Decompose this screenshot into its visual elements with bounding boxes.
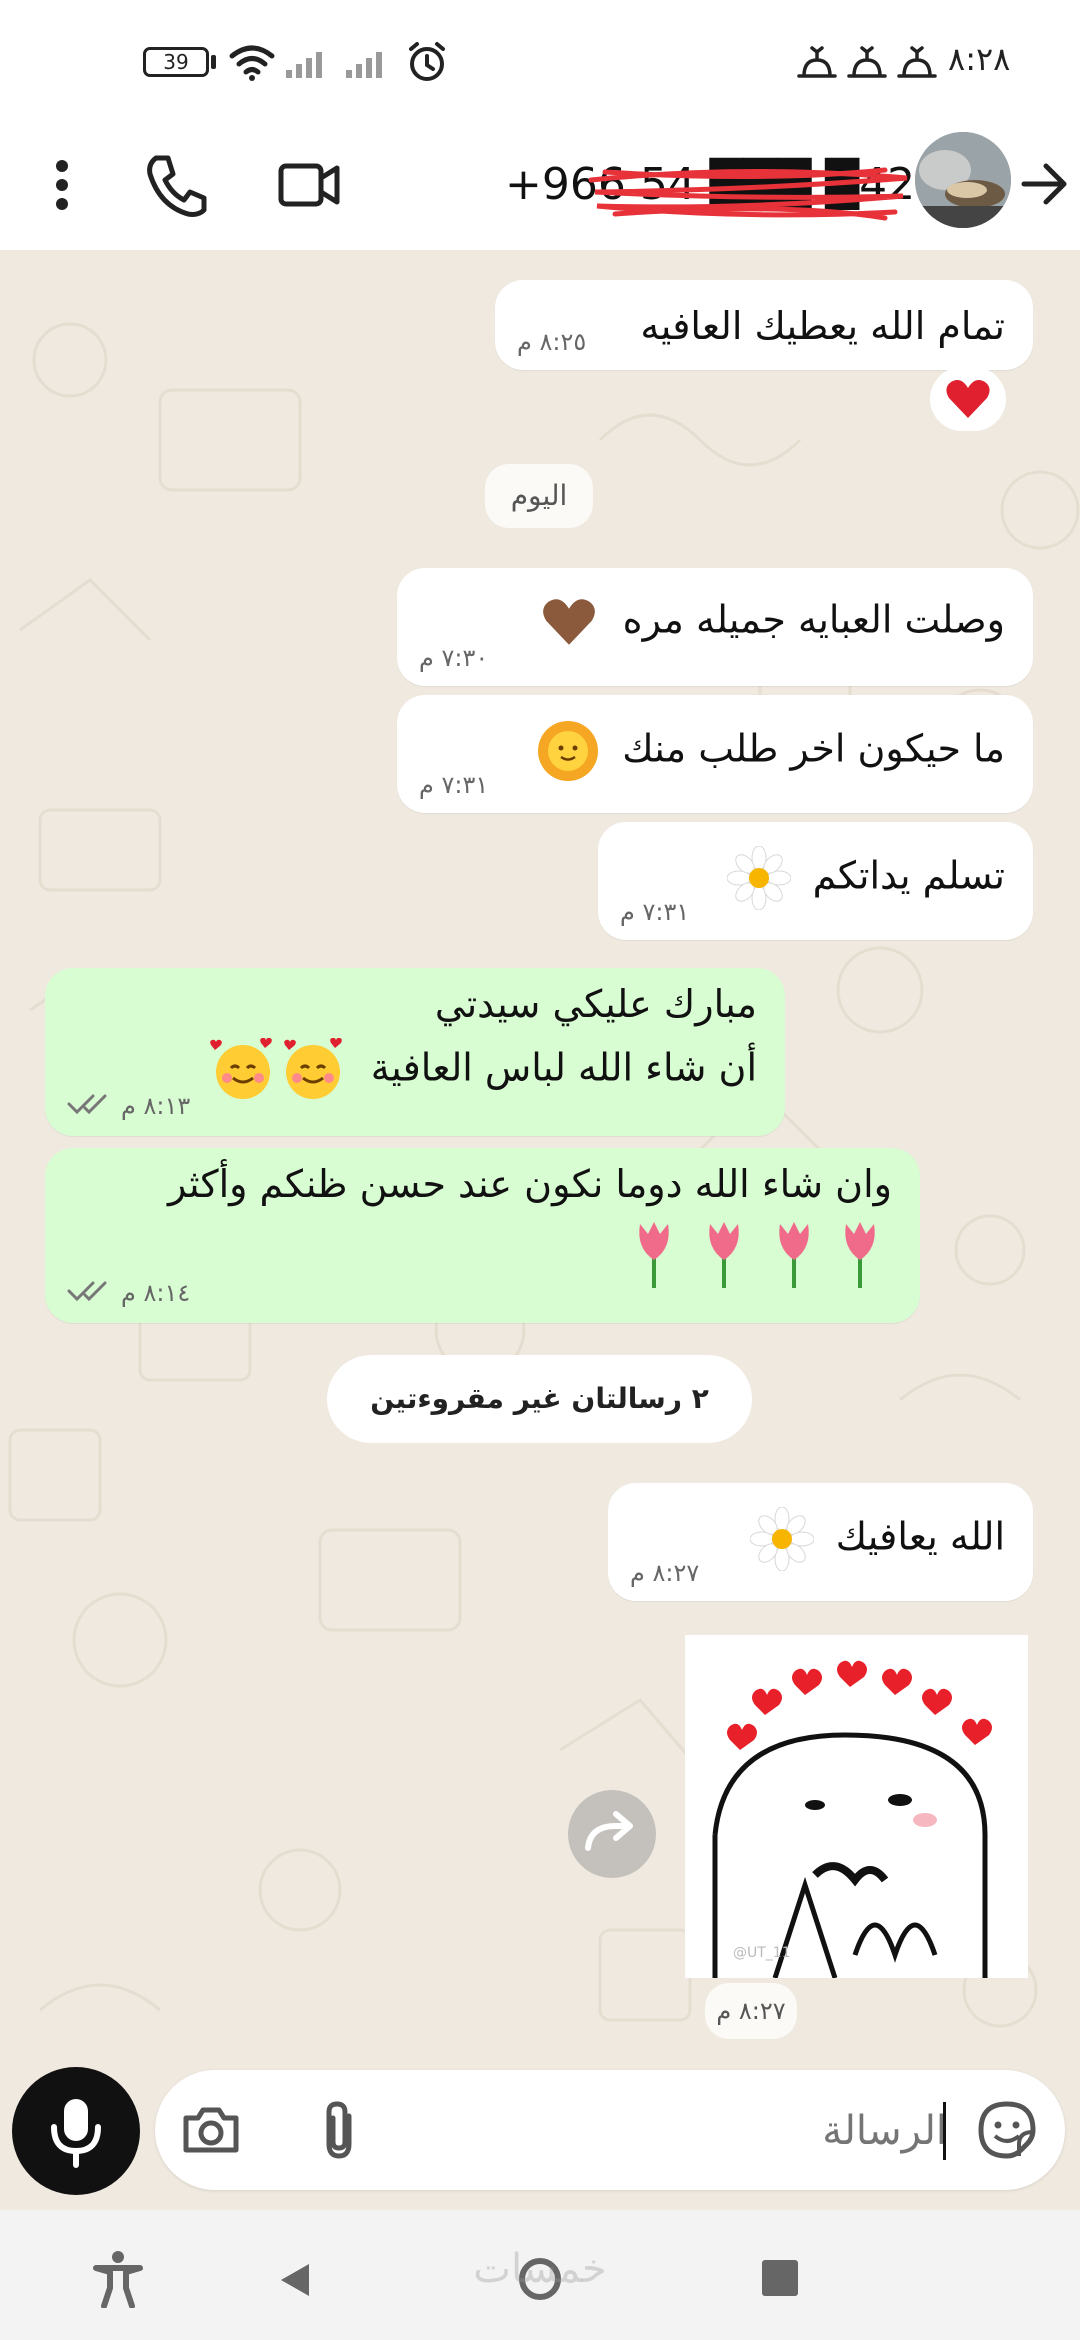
back-button[interactable] [1020,158,1072,210]
emoji-button[interactable] [975,2098,1039,2162]
message-bubble-incoming[interactable]: وصلت العبايه جميله مره ٧:٣٠ م [397,568,1033,686]
chat-area[interactable]: تمام الله يعطيك العافيه ٨:٢٥ م اليوم وصل… [0,250,1080,2080]
message-bubble-incoming[interactable]: تمام الله يعطيك العافيه ٨:٢٥ م [495,280,1033,370]
message-bubble-incoming[interactable]: الله يعافيك ٨:٢٧ م [608,1483,1033,1601]
daisy-emoji [749,1506,815,1572]
sun-face-emoji [538,721,599,781]
message-text: تسلم يداتكم [812,853,1005,898]
accessibility-icon [93,2251,143,2309]
attachment-icon [326,2101,352,2159]
message-text-line2: أن شاء الله لباس العافية [370,1045,757,1090]
read-ticks-icon [67,1094,107,1115]
attach-button[interactable] [315,2100,365,2162]
voice-call-button[interactable] [140,148,214,222]
message-time: ٧:٣١ م [419,771,489,799]
heart-icon [946,380,990,418]
camera-icon [183,2107,239,2153]
sticker-message[interactable]: @UT_11 [685,1635,1028,1979]
status-time: ٨:٢٨ [948,40,1011,78]
read-ticks-icon [67,1281,107,1302]
voice-message-button[interactable] [12,2067,140,2195]
redaction-scribble [588,167,908,221]
forward-button[interactable] [568,1790,656,1878]
wifi-icon [229,45,275,81]
message-time: ٨:٢٧ م [630,1559,700,1587]
message-text: ما حيكون اخر طلب منك [622,726,1005,771]
date-divider: اليوم [485,464,593,528]
message-input-bar [155,2070,1065,2190]
sticker-caption: @UT_11 [733,1945,791,1961]
message-bubble-outgoing[interactable]: وان شاء الله دوما نكون عند حسن ظنكم وأكث… [45,1148,920,1323]
message-time: ٧:٣١ م [620,898,690,926]
message-text: الله يعافيك [835,1514,1005,1559]
microphone-icon [51,2099,101,2168]
message-time: ٨:٢٥ م [517,328,587,356]
accessibility-button[interactable] [88,2248,148,2309]
brown-heart-emoji [542,599,595,645]
more-icon [56,160,68,210]
message-bubble-incoming[interactable]: ما حيكون اخر طلب منك ٧:٣١ م [397,695,1033,813]
back-triangle-icon [281,2264,309,2296]
sticker-emoji-icon [978,2101,1036,2159]
video-call-icon [278,163,340,207]
signal-icon [286,52,382,78]
video-call-button[interactable] [275,148,343,222]
message-text-line1: مبارك عليكي سيدتي [434,982,757,1026]
sticker-image: @UT_11 [712,1660,992,1979]
battery-icon: 39 [143,47,209,77]
back-nav-button[interactable] [275,2260,315,2300]
reaction-badge[interactable] [930,367,1006,431]
alarm-icon [409,42,445,81]
message-text: وصلت العبايه جميله مره [622,597,1005,642]
phone-icon [147,155,207,217]
notification-icon [797,46,937,78]
message-text: تمام الله يعطيك العافيه [640,304,1005,348]
unread-divider: ٢ رسالتان غير مقروءتين [327,1355,752,1443]
message-bubble-outgoing[interactable]: مبارك عليكي سيدتي أن شاء الله لباس العاف… [45,968,785,1136]
system-nav-bar: خمسات [0,2210,1080,2340]
status-bar: 39 ٨:٢٨ [0,0,1080,120]
recents-nav-button[interactable] [762,2260,798,2296]
contact-name[interactable]: +966 54 ███ █420 [505,150,943,221]
text-cursor [943,2102,946,2160]
daisy-emoji [726,845,792,911]
back-arrow-icon [1021,163,1067,205]
more-options-button[interactable] [30,150,94,220]
watermark: خمسات [473,2246,607,2292]
message-time: ٨:١٣ م [121,1092,191,1120]
message-time: ٧:٣٠ م [419,644,489,672]
contact-avatar[interactable] [915,132,1011,228]
smiling-hearts-emoji [209,1037,342,1099]
message-text-line1: وان شاء الله دوما نكون عند حسن ظنكم وأكث… [168,1162,892,1206]
camera-button[interactable] [180,2100,242,2160]
message-bubble-incoming[interactable]: تسلم يداتكم ٧:٣١ م [598,822,1033,940]
tulip-emoji-row [639,1222,875,1288]
message-input[interactable] [405,2092,949,2170]
chat-header: +966 54 ███ █420 [0,120,1080,250]
sticker-time: ٨:٢٧ م [705,1983,797,2039]
battery-level: 39 [163,50,189,74]
forward-icon [585,1811,633,1851]
message-time: ٨:١٤ م [121,1279,191,1307]
